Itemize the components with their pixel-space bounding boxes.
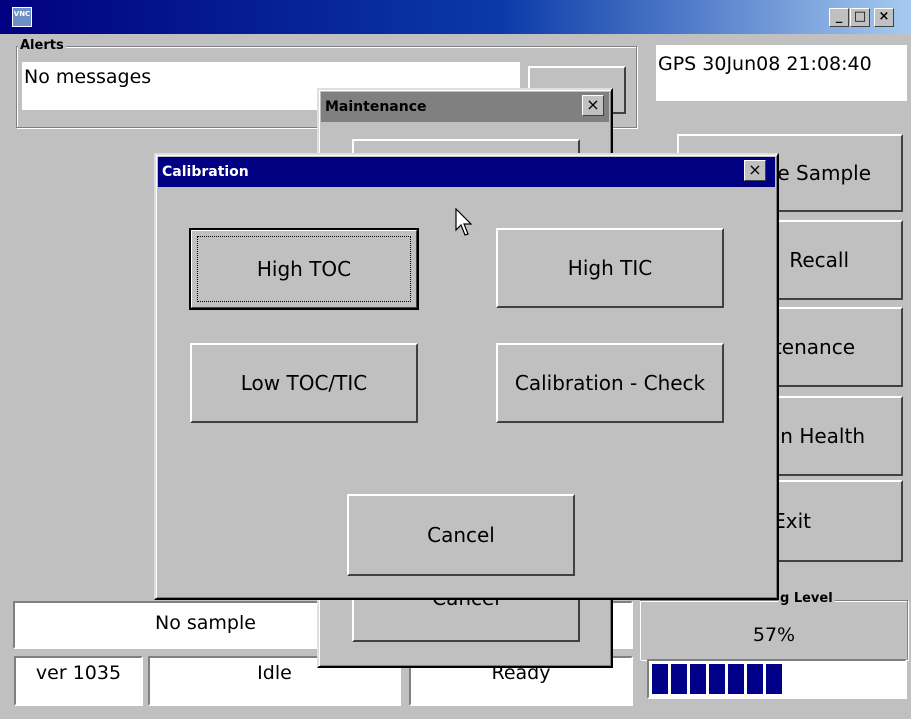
high-toc-button[interactable]: High TOC	[189, 228, 419, 310]
close-window-button[interactable]: ×	[874, 8, 894, 27]
maximize-button[interactable]: □	[850, 8, 870, 27]
progress-segment	[652, 664, 668, 694]
calibration-close-button[interactable]: ×	[744, 160, 766, 181]
alerts-legend: Alerts	[18, 38, 66, 53]
waste-bag-legend: g Level	[778, 591, 835, 606]
progress-segment	[709, 664, 725, 694]
maintenance-dialog-title: Maintenance	[321, 92, 609, 122]
waste-bag-percent: 57%	[752, 624, 796, 646]
window-titlebar: VNC _ □ ×	[0, 0, 911, 34]
progress-segment	[671, 664, 687, 694]
high-tic-button[interactable]: High TIC	[496, 228, 724, 308]
low-toc-tic-button[interactable]: Low TOC/TIC	[190, 343, 418, 423]
minimize-button[interactable]: _	[829, 8, 849, 27]
vnc-app-icon[interactable]: VNC	[12, 7, 32, 27]
mouse-pointer-icon	[455, 208, 473, 236]
maintenance-close-button[interactable]: ×	[582, 95, 604, 116]
gps-timestamp: GPS 30Jun08 21:08:40	[656, 45, 907, 101]
progress-segment	[728, 664, 744, 694]
version-label: ver 1035	[14, 656, 143, 706]
calibration-dialog-title: Calibration	[158, 157, 775, 187]
progress-segment	[747, 664, 763, 694]
focus-ring	[197, 236, 411, 302]
progress-segment	[690, 664, 706, 694]
calibration-cancel-button[interactable]: Cancel	[347, 494, 575, 576]
progress-segment	[766, 664, 782, 694]
calibration-check-button[interactable]: Calibration - Check	[496, 343, 724, 423]
waste-bag-progress	[647, 659, 907, 699]
